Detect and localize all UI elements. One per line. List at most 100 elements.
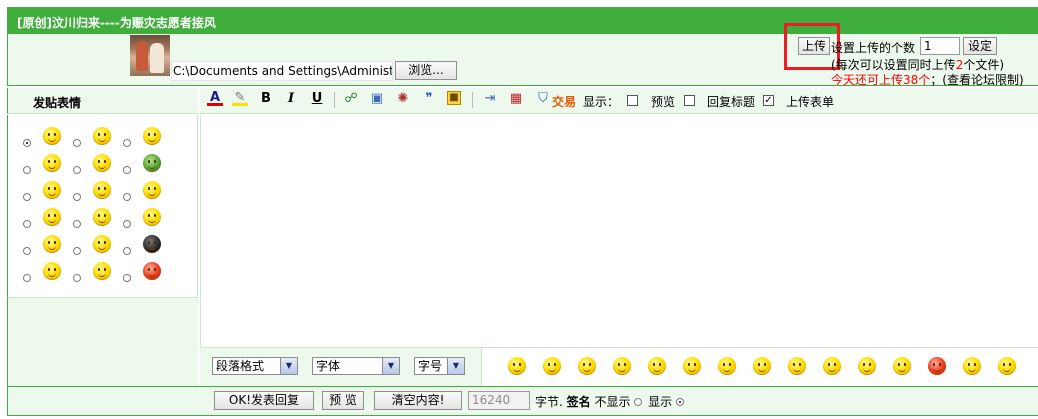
- worried-icon[interactable]: [93, 208, 111, 226]
- emotion-radio[interactable]: [123, 193, 131, 201]
- emotion-radio[interactable]: [23, 139, 31, 147]
- forum-limit-link[interactable]: ；(查看论坛限制): [930, 73, 1023, 87]
- underline-icon[interactable]: U: [309, 91, 325, 107]
- emotion-radio[interactable]: [23, 220, 31, 228]
- smile-icon[interactable]: [508, 357, 526, 375]
- byte-signature-group: 字节. 签名 不显示 显示: [535, 393, 686, 410]
- emotion-radio[interactable]: [73, 220, 81, 228]
- chevron-down-icon: ▼: [447, 358, 464, 374]
- penguin-icon[interactable]: [143, 235, 161, 253]
- trade-button[interactable]: 交易: [552, 93, 576, 110]
- file-path-input[interactable]: C:\Documents and Settings\Administrator: [171, 61, 393, 81]
- highlight-icon[interactable]: ✎: [232, 91, 248, 106]
- preview-label: 预览: [651, 95, 676, 109]
- emotion-radio[interactable]: [73, 274, 81, 282]
- byte-label: 字节.: [535, 395, 563, 409]
- shy-icon[interactable]: [893, 357, 911, 375]
- show-signature-label: 显示: [648, 395, 673, 409]
- insert-icon[interactable]: ⇥: [482, 91, 498, 107]
- scream-icon[interactable]: [823, 357, 841, 375]
- upload-hint-suffix: 个文件): [963, 58, 1005, 72]
- byte-count-field: 16240: [468, 391, 530, 410]
- font-color-icon[interactable]: A: [207, 91, 223, 106]
- emotion-radio[interactable]: [123, 247, 131, 255]
- cool-icon[interactable]: [648, 357, 666, 375]
- font-size-value: 字号: [418, 359, 443, 373]
- wink-icon[interactable]: [93, 181, 111, 199]
- wink-icon[interactable]: [718, 357, 736, 375]
- smirk-icon[interactable]: [93, 235, 111, 253]
- clear-content-button[interactable]: 清空内容!: [374, 391, 462, 410]
- confused-icon[interactable]: [43, 208, 61, 226]
- set-button[interactable]: 设定: [963, 37, 997, 55]
- browse-button[interactable]: 浏览...: [395, 61, 457, 80]
- laugh-icon[interactable]: [788, 357, 806, 375]
- emotion-radio[interactable]: [73, 166, 81, 174]
- turtle-icon[interactable]: [143, 154, 161, 172]
- emotion-title: 发贴表情: [33, 96, 82, 110]
- dizzy-icon[interactable]: [998, 357, 1016, 375]
- grin-icon[interactable]: [143, 127, 161, 145]
- cry-icon[interactable]: [143, 208, 161, 226]
- hide-signature-radio[interactable]: [634, 398, 643, 406]
- emotion-radio[interactable]: [123, 139, 131, 147]
- preview-checkbox[interactable]: [627, 95, 638, 106]
- emotion-radio[interactable]: [23, 193, 31, 201]
- sad-icon[interactable]: [858, 357, 876, 375]
- emotion-radio[interactable]: [23, 166, 31, 174]
- image-icon[interactable]: ▣: [369, 91, 385, 107]
- flash-icon[interactable]: ✺: [395, 91, 411, 107]
- angry-icon[interactable]: [683, 357, 701, 375]
- shy-icon[interactable]: [93, 127, 111, 145]
- toolbar-separator: [472, 92, 473, 108]
- furious-icon[interactable]: [143, 262, 161, 280]
- shield-icon[interactable]: ⛉: [535, 91, 551, 107]
- paragraph-format-select[interactable]: 段落格式 ▼: [212, 357, 298, 375]
- yawn-icon[interactable]: [43, 235, 61, 253]
- paragraph-format-value: 段落格式: [216, 359, 265, 373]
- emotion-radio[interactable]: [73, 193, 81, 201]
- emotion-radio[interactable]: [73, 247, 81, 255]
- italic-icon[interactable]: I: [283, 91, 299, 107]
- chevron-down-icon: ▼: [280, 358, 297, 374]
- blush-icon[interactable]: [578, 357, 596, 375]
- shock-icon[interactable]: [613, 357, 631, 375]
- message-editor[interactable]: [200, 115, 1038, 347]
- tongue-icon[interactable]: [93, 154, 111, 172]
- font-size-select[interactable]: 字号 ▼: [414, 357, 465, 375]
- link-icon[interactable]: ☍: [343, 91, 359, 107]
- think-icon[interactable]: [753, 357, 771, 375]
- font-select[interactable]: 字体 ▼: [312, 357, 400, 375]
- angry-icon[interactable]: [43, 181, 61, 199]
- emotion-radio[interactable]: [123, 220, 131, 228]
- upload-hint-prefix: (每次可以设置同时上传: [831, 58, 956, 72]
- submit-reply-button[interactable]: OK!发表回复: [214, 391, 314, 410]
- upload-count-label: 设置上传的个数: [831, 41, 916, 55]
- sad-icon[interactable]: [43, 262, 61, 280]
- reply-title-label: 回复标题: [707, 95, 756, 109]
- emotion-radio[interactable]: [23, 247, 31, 255]
- emotion-radio[interactable]: [123, 274, 131, 282]
- upload-form-checkbox[interactable]: ✓: [763, 95, 774, 106]
- hammer-icon[interactable]: [93, 262, 111, 280]
- quote-icon[interactable]: ❞: [421, 91, 437, 107]
- emotion-radio[interactable]: [123, 166, 131, 174]
- show-signature-radio[interactable]: [676, 398, 685, 406]
- reply-title-checkbox[interactable]: [684, 95, 695, 106]
- display-label: 显示：: [583, 95, 620, 109]
- love-eyes-icon[interactable]: [543, 357, 561, 375]
- signature-label: 签名: [566, 395, 591, 409]
- upload-remaining: 今天还可上传38个；(查看论坛限制): [831, 71, 1024, 88]
- upload-count-input[interactable]: 1: [920, 37, 960, 55]
- smile-icon[interactable]: [43, 127, 61, 145]
- table-icon[interactable]: ▦: [508, 91, 524, 107]
- emotion-radio[interactable]: [23, 274, 31, 282]
- media-icon[interactable]: ■: [447, 91, 461, 105]
- annoyed-icon[interactable]: [928, 357, 946, 375]
- emotion-radio[interactable]: [73, 139, 81, 147]
- bold-icon[interactable]: B: [258, 91, 274, 107]
- preview-button[interactable]: 预 览: [322, 391, 364, 410]
- surprised-icon[interactable]: [143, 181, 161, 199]
- love-eyes-icon[interactable]: [43, 154, 61, 172]
- grimace-icon[interactable]: [963, 357, 981, 375]
